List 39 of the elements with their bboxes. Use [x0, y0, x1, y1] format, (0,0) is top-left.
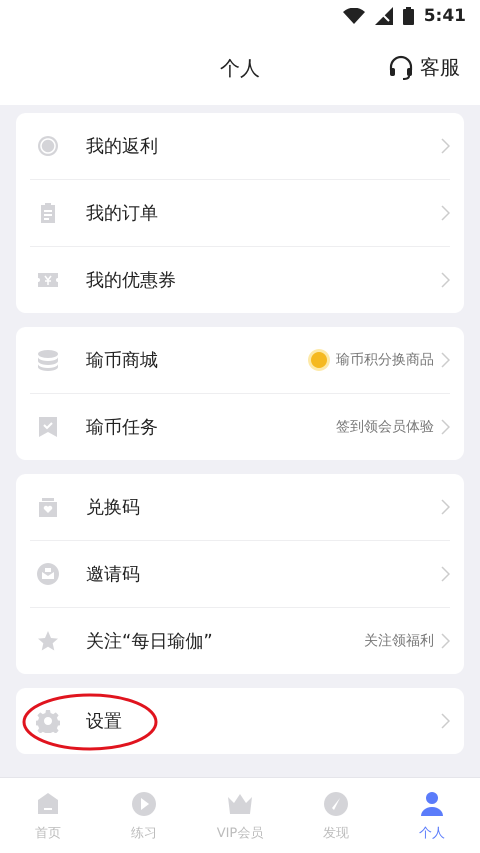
signal-icon	[374, 7, 393, 25]
rebate-icon	[36, 134, 60, 158]
gear-icon	[36, 709, 60, 733]
menu-item[interactable]: 我的优惠券	[86, 268, 440, 292]
chevron-icon	[440, 633, 450, 649]
mail-icon	[36, 562, 60, 586]
menu-item[interactable]: 兑换码	[86, 495, 440, 519]
coins-icon	[36, 348, 60, 372]
menu-item[interactable]: 我的订单	[86, 201, 440, 225]
battery-icon	[402, 7, 414, 25]
chevron-icon	[440, 713, 450, 729]
chevron-icon	[440, 566, 450, 582]
chevron-icon	[440, 205, 450, 221]
headset-icon	[388, 54, 414, 80]
menu-item[interactable]: 设置	[86, 709, 440, 733]
task-icon	[36, 415, 60, 439]
item-hint: 签到领会员体验	[336, 418, 434, 436]
menu-item[interactable]: 我的返利	[86, 134, 440, 158]
wifi-icon	[342, 8, 365, 24]
page-title: 个人	[220, 55, 260, 82]
star-icon	[36, 629, 60, 653]
chevron-icon	[440, 138, 450, 154]
person-icon	[418, 790, 446, 818]
menu-item[interactable]: 关注“每日瑜伽”	[86, 629, 364, 653]
menu-item[interactable]: 瑜币任务	[86, 415, 336, 439]
menu-item[interactable]: 瑜币商城	[86, 348, 308, 372]
chevron-icon	[440, 272, 450, 288]
chevron-icon	[440, 352, 450, 368]
menu-item[interactable]: 邀请码	[86, 562, 440, 586]
chevron-icon	[440, 499, 450, 515]
chevron-icon	[440, 419, 450, 435]
compass-icon	[322, 790, 350, 818]
play-icon	[130, 790, 158, 818]
clock: 5:41	[424, 6, 466, 26]
item-hint: 关注领福利	[364, 632, 434, 650]
gift-icon	[36, 495, 60, 519]
customer-service-button[interactable]: 客服	[388, 54, 460, 81]
nav-tab[interactable]: 个人	[384, 778, 480, 853]
item-hint: 瑜币积分换商品	[336, 351, 434, 369]
